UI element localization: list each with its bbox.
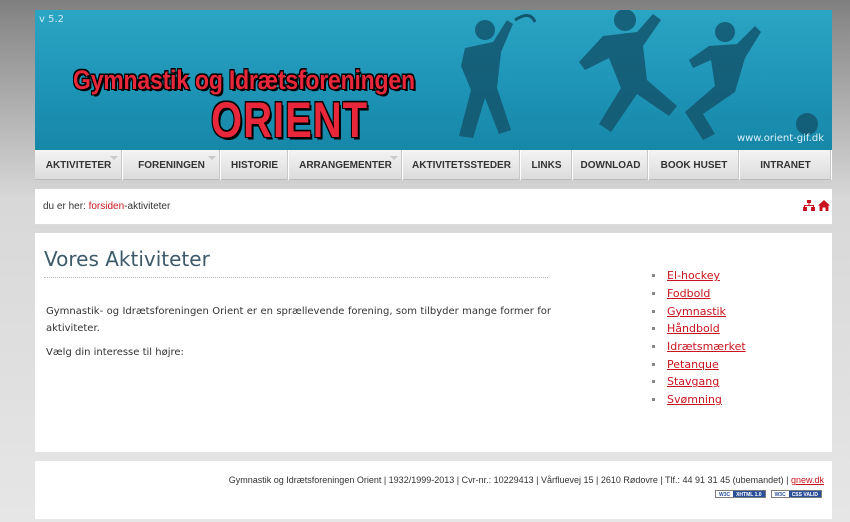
nav-item-label: AKTIVITETER [45,159,112,171]
activity-link-svomning[interactable]: Svømning [667,393,722,406]
main-content: Vores Aktiviteter Gymnastik- og Idrætsfo… [35,233,832,452]
footer-info: Gymnastik og Idrætsforeningen Orient | 1… [228,475,789,485]
nav-item-label: LINKS [531,159,562,171]
bullet-icon [652,327,655,331]
list-item: Fodbold [652,285,746,303]
list-item: Gymnastik [652,302,746,320]
css-valid-badge[interactable]: W3C CSS VALID [770,490,822,498]
list-item: Håndbold [652,320,746,338]
sitemap-icon[interactable] [803,200,815,211]
activity-link-handbold[interactable]: Håndbold [667,322,720,335]
nav-item-book-huset[interactable]: BOOK HUSET [649,150,740,180]
dropdown-arrow-icon [208,156,216,160]
activity-link-el-hockey[interactable]: El-hockey [667,269,720,282]
list-item: El-hockey [652,267,746,285]
nav-item-label: BOOK HUSET [660,159,728,171]
nav-item-aktivitetssteder[interactable]: AKTIVITETSSTEDER [403,150,521,180]
activity-link-petanque[interactable]: Petanque [667,358,719,371]
main-navigation: AKTIVITETER FORENINGEN HISTORIE ARRANGEM… [35,150,832,180]
nav-item-label: ARRANGEMENTER [299,159,392,171]
nav-item-links[interactable]: LINKS [521,150,573,180]
activity-link-fodbold[interactable]: Fodbold [667,287,710,300]
badge-w3c-label: W3C [771,491,789,498]
version-label: v 5.2 [39,14,64,25]
activity-link-gymnastik[interactable]: Gymnastik [667,305,726,318]
nav-item-intranet[interactable]: INTRANET [740,150,832,180]
nav-item-label: FORENINGEN [138,159,205,171]
dropdown-arrow-icon [390,156,398,160]
site-footer: Gymnastik og Idrætsforeningen Orient | 1… [35,461,832,519]
site-header: v 5.2 Gymnastik og Idrætsforeningen ORIE… [35,10,832,150]
nav-item-label: INTRANET [760,159,811,171]
logo-text-line2[interactable]: ORIENT [211,93,368,149]
list-item: Idrætsmærket [652,338,746,356]
nav-item-foreningen[interactable]: FORENINGEN [123,150,221,180]
badge-w3c-label: W3C [715,491,734,498]
bullet-icon [652,398,655,402]
home-icon[interactable] [818,200,830,211]
nav-item-label: DOWNLOAD [580,159,641,171]
xhtml-valid-badge[interactable]: W3C XHTML 1.0 [714,490,766,498]
footer-text: Gymnastik og Idrætsforeningen Orient | 1… [229,475,824,485]
bullet-icon [652,362,655,366]
bullet-icon [652,345,655,349]
activity-link-stavgang[interactable]: Stavgang [667,375,719,388]
list-item: Svømning [652,391,746,409]
bullet-icon [652,292,655,296]
nav-item-arrangementer[interactable]: ARRANGEMENTER [289,150,403,180]
breadcrumb-current: aktiviteter [127,201,171,212]
logo-text-line1[interactable]: Gymnastik og Idrætsforeningen [73,64,415,96]
activities-sidebar: El-hockey Fodbold Gymnastik Håndbold Idr… [652,267,746,409]
badge-text: CSS VALID [788,491,821,498]
intro-paragraph: Gymnastik- og Idrætsforeningen Orient er… [46,306,551,334]
activity-link-idraetsmaerket[interactable]: Idrætsmærket [667,340,746,353]
breadcrumb-home-link[interactable]: forsiden [89,201,125,212]
breadcrumb: du er her: forsiden - aktiviteter [35,189,832,225]
breadcrumb-prefix: du er her: [43,201,86,212]
nav-item-historie[interactable]: HISTORIE [221,150,289,180]
badge-text: XHTML 1.0 [733,491,765,498]
list-item: Petanque [652,355,746,373]
instruction-paragraph: Vælg din interesse til højre: [46,347,184,358]
athlete-silhouettes-image [459,10,818,140]
list-item: Stavgang [652,373,746,391]
bullet-icon [652,309,655,313]
dropdown-arrow-icon [110,156,118,160]
footer-credit-link[interactable]: gnew.dk [791,475,824,485]
nav-item-download[interactable]: DOWNLOAD [573,150,649,180]
bullet-icon [652,274,655,278]
nav-item-aktiviteter[interactable]: AKTIVITETER [35,150,123,180]
nav-item-label: AKTIVITETSSTEDER [412,159,511,171]
bullet-icon [652,380,655,384]
page-title: Vores Aktiviteter [44,247,548,278]
nav-item-label: HISTORIE [230,159,279,171]
site-url: www.orient-gif.dk [736,133,824,144]
